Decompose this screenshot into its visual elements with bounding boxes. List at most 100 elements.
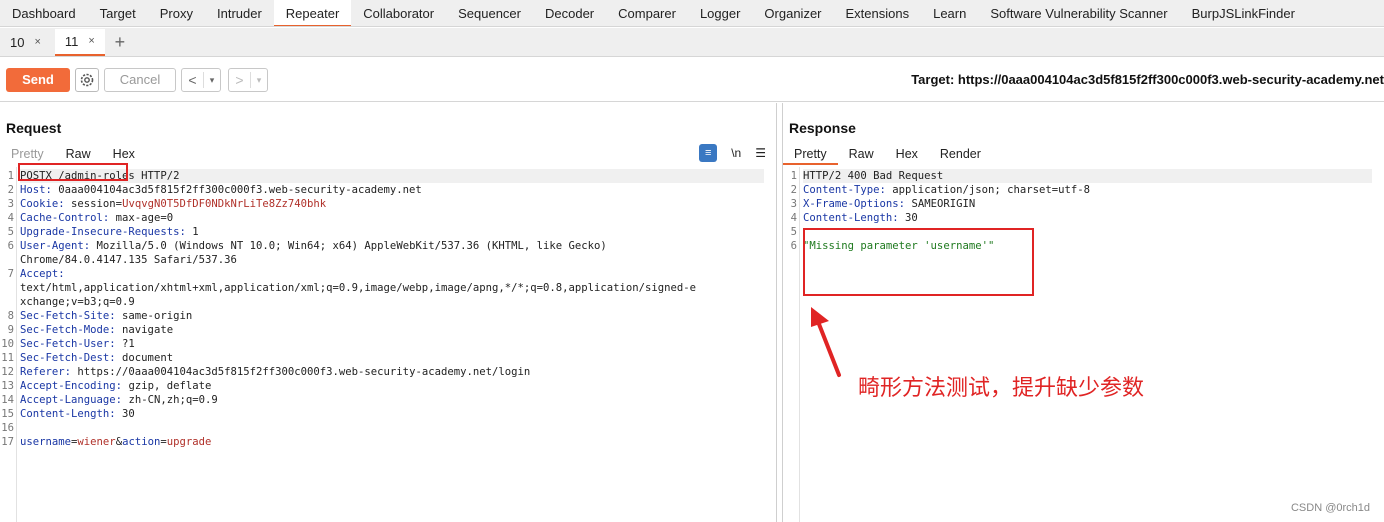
header-name: Content-Type: bbox=[803, 184, 886, 196]
arrow-icon bbox=[811, 307, 841, 377]
tab-repeater[interactable]: Repeater bbox=[273, 0, 352, 26]
gear-icon[interactable] bbox=[75, 68, 99, 92]
line-number: 5 bbox=[7, 226, 14, 238]
repeater-tab-11[interactable]: 11 × bbox=[54, 28, 105, 56]
forward-button[interactable]: > ▾ bbox=[228, 68, 268, 92]
line-number: 13 bbox=[1, 380, 14, 392]
chevron-down-icon[interactable]: ▾ bbox=[204, 75, 220, 86]
tab-proxy[interactable]: Proxy bbox=[148, 0, 205, 26]
code-line[interactable]: 3 Cookie: session=UvqvgN0T5DfDF0NDkNrLiTe… bbox=[8, 197, 764, 211]
code-line[interactable]: 11 Sec-Fetch-Dest: document bbox=[1, 351, 764, 365]
code-line[interactable]: 5 Upgrade-Insecure-Requests: 1 bbox=[8, 225, 764, 239]
code-line[interactable]: 1 HTTP/2 400 Bad Request bbox=[791, 169, 1372, 183]
line-number: 14 bbox=[1, 394, 14, 406]
line-number: 9 bbox=[7, 324, 14, 336]
highlight-box-error bbox=[803, 228, 1034, 296]
tab-target[interactable]: Target bbox=[88, 0, 148, 26]
code-line[interactable]: 1 POSTX /admin-roles HTTP/2 bbox=[8, 169, 764, 183]
code-line[interactable]: 16 bbox=[1, 421, 764, 435]
header-value: HTTP/2 400 Bad Request bbox=[803, 170, 944, 182]
tab-render[interactable]: Render bbox=[929, 143, 992, 165]
newline-icon[interactable]: \n bbox=[731, 146, 741, 160]
code-line[interactable]: 6 User-Agent: Mozilla/5.0 (Windows NT 10.… bbox=[8, 239, 764, 253]
gear-icon-graphic bbox=[80, 73, 94, 87]
header-value: 0aaa004104ac3d5f815f2ff300c000f3.web-sec… bbox=[51, 184, 422, 196]
repeater-tab-bar: 10 × 11 × + bbox=[0, 28, 1384, 57]
tab-intruder[interactable]: Intruder bbox=[205, 0, 274, 26]
line-number: 1 bbox=[790, 170, 797, 182]
header-name: Cache-Control: bbox=[20, 212, 110, 224]
response-editor[interactable]: 1 HTTP/2 400 Bad Request 2 Content-Type: ap… bbox=[783, 167, 1384, 522]
code-line[interactable]: 4 Cache-Control: max-age=0 bbox=[8, 211, 764, 225]
code-line[interactable]: 2 Content-Type: application/json; charset… bbox=[791, 183, 1372, 197]
close-icon[interactable]: × bbox=[34, 29, 40, 56]
tab-extensions[interactable]: Extensions bbox=[834, 0, 922, 26]
code-line[interactable]: 10 Sec-Fetch-User: ?1 bbox=[1, 337, 764, 351]
tab-pretty[interactable]: Pretty bbox=[0, 143, 55, 165]
line-number: 17 bbox=[1, 436, 14, 448]
tab-hex[interactable]: Hex bbox=[102, 143, 146, 165]
code-line[interactable]: 17 username=wiener&action=upgrade bbox=[1, 435, 764, 449]
tab-raw[interactable]: Raw bbox=[838, 143, 885, 165]
request-editor-icons: ≡ \n ☰ bbox=[699, 144, 766, 162]
header-name: Cookie: bbox=[20, 198, 65, 210]
tab-raw[interactable]: Raw bbox=[54, 143, 102, 165]
word-wrap-icon[interactable]: ≡ bbox=[699, 144, 718, 162]
code-line[interactable]: 15 Content-Length: 30 bbox=[1, 407, 764, 421]
header-name: Host: bbox=[20, 184, 52, 196]
header-value: text/html,application/xhtml+xml,applicat… bbox=[20, 282, 697, 294]
code-line[interactable]: 2 Host: 0aaa004104ac3d5f815f2ff300c000f3.… bbox=[8, 183, 764, 197]
header-name: Referer: bbox=[20, 366, 72, 378]
header-value: https://0aaa004104ac3d5f815f2ff300c000f3… bbox=[71, 366, 531, 378]
tab-software-vulnerability-scanner[interactable]: Software Vulnerability Scanner bbox=[978, 0, 1179, 26]
code-line[interactable]: 4 Content-Length: 30 bbox=[791, 211, 1372, 225]
tab-collaborator[interactable]: Collaborator bbox=[351, 0, 446, 26]
code-line[interactable]: Chrome/84.0.4147.135 Safari/537.36 bbox=[20, 253, 764, 267]
cancel-button[interactable]: Cancel bbox=[104, 68, 176, 92]
code-line[interactable]: 3 X-Frame-Options: SAMEORIGIN bbox=[791, 197, 1372, 211]
close-icon[interactable]: × bbox=[88, 28, 94, 55]
tab-comparer[interactable]: Comparer bbox=[606, 0, 688, 26]
header-value: Chrome/84.0.4147.135 Safari/537.36 bbox=[20, 254, 237, 266]
repeater-tab-10[interactable]: 10 × bbox=[0, 29, 51, 56]
main-tab-bar: Dashboard Target Proxy Intruder Repeater… bbox=[0, 0, 1384, 27]
back-button[interactable]: < ▾ bbox=[181, 68, 221, 92]
code-line[interactable]: text/html,application/xhtml+xml,applicat… bbox=[20, 281, 764, 295]
code-line[interactable]: 12 Referer: https://0aaa004104ac3d5f815f2… bbox=[1, 365, 764, 379]
target-label[interactable]: Target: https://0aaa004104ac3d5f815f2ff3… bbox=[911, 72, 1384, 87]
annotation-text: 畸形方法测试，提升缺少参数 bbox=[858, 376, 1145, 401]
header-value: Mozilla/5.0 (Windows NT 10.0; Win64; x64… bbox=[90, 240, 607, 252]
tab-learn[interactable]: Learn bbox=[921, 0, 978, 26]
code-line[interactable]: 9 Sec-Fetch-Mode: navigate bbox=[8, 323, 764, 337]
param-value: upgrade bbox=[166, 436, 212, 448]
code-line[interactable]: xchange;v=b3;q=0.9 bbox=[20, 295, 764, 309]
send-button[interactable]: Send bbox=[6, 68, 70, 92]
add-tab-icon[interactable]: + bbox=[105, 29, 135, 56]
tab-pretty[interactable]: Pretty bbox=[783, 143, 838, 165]
code-line[interactable]: 13 Accept-Encoding: gzip, deflate bbox=[1, 379, 764, 393]
header-name: Sec-Fetch-Mode: bbox=[20, 324, 116, 336]
header-name: Accept-Language: bbox=[20, 394, 123, 406]
code-line[interactable]: 8 Sec-Fetch-Site: same-origin bbox=[8, 309, 764, 323]
tab-decoder[interactable]: Decoder bbox=[533, 0, 606, 26]
line-number: 4 bbox=[7, 212, 14, 224]
line-number: 3 bbox=[7, 198, 14, 210]
header-value: document bbox=[115, 352, 174, 364]
line-number: 8 bbox=[7, 310, 14, 322]
request-editor[interactable]: 1 POSTX /admin-roles HTTP/2 2 Host: 0aaa004… bbox=[0, 167, 776, 522]
menu-icon[interactable]: ☰ bbox=[755, 146, 766, 160]
tab-sequencer[interactable]: Sequencer bbox=[446, 0, 533, 26]
code-line[interactable]: 14 Accept-Language: zh-CN,zh;q=0.9 bbox=[1, 393, 764, 407]
tab-logger[interactable]: Logger bbox=[688, 0, 752, 26]
tab-dashboard[interactable]: Dashboard bbox=[0, 0, 88, 26]
tab-organizer[interactable]: Organizer bbox=[752, 0, 833, 26]
line-number: 2 bbox=[7, 184, 14, 196]
header-value: navigate bbox=[115, 324, 174, 336]
request-view-tabs: Pretty Raw Hex bbox=[0, 143, 146, 165]
code-line[interactable]: 7 Accept: bbox=[8, 267, 764, 281]
request-code[interactable]: 1 POSTX /admin-roles HTTP/2 2 Host: 0aaa004… bbox=[1, 169, 764, 449]
chevron-down-icon[interactable]: ▾ bbox=[251, 75, 267, 86]
tab-hex[interactable]: Hex bbox=[885, 143, 929, 165]
tab-burpjslinkfinder[interactable]: BurpJSLinkFinder bbox=[1180, 0, 1307, 26]
response-title: Response bbox=[789, 120, 856, 136]
